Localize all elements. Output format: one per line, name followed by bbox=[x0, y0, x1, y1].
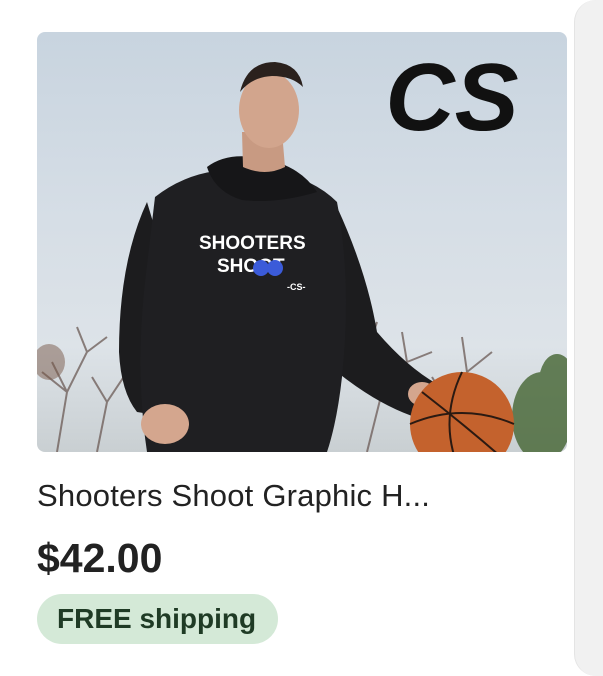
product-image[interactable]: CS SHOOTERS SHOOT -CS- bbox=[37, 32, 567, 452]
product-card[interactable]: CS SHOOTERS SHOOT -CS- Shooters Shoot Gr… bbox=[37, 32, 567, 662]
product-photo-illustration: CS SHOOTERS SHOOT -CS- bbox=[37, 44, 567, 452]
listing-title[interactable]: Shooters Shoot Graphic H... bbox=[37, 478, 567, 514]
free-shipping-badge: FREE shipping bbox=[37, 594, 279, 644]
svg-text:-CS-: -CS- bbox=[287, 282, 306, 292]
svg-text:SHOOTERS: SHOOTERS bbox=[199, 233, 306, 254]
next-card-edge[interactable] bbox=[574, 0, 603, 676]
svg-text:CS: CS bbox=[385, 44, 518, 151]
listing-screen: CS SHOOTERS SHOOT -CS- Shooters Shoot Gr… bbox=[0, 0, 603, 676]
cs-logo: CS bbox=[385, 44, 518, 151]
listing-price: $42.00 bbox=[37, 535, 163, 581]
